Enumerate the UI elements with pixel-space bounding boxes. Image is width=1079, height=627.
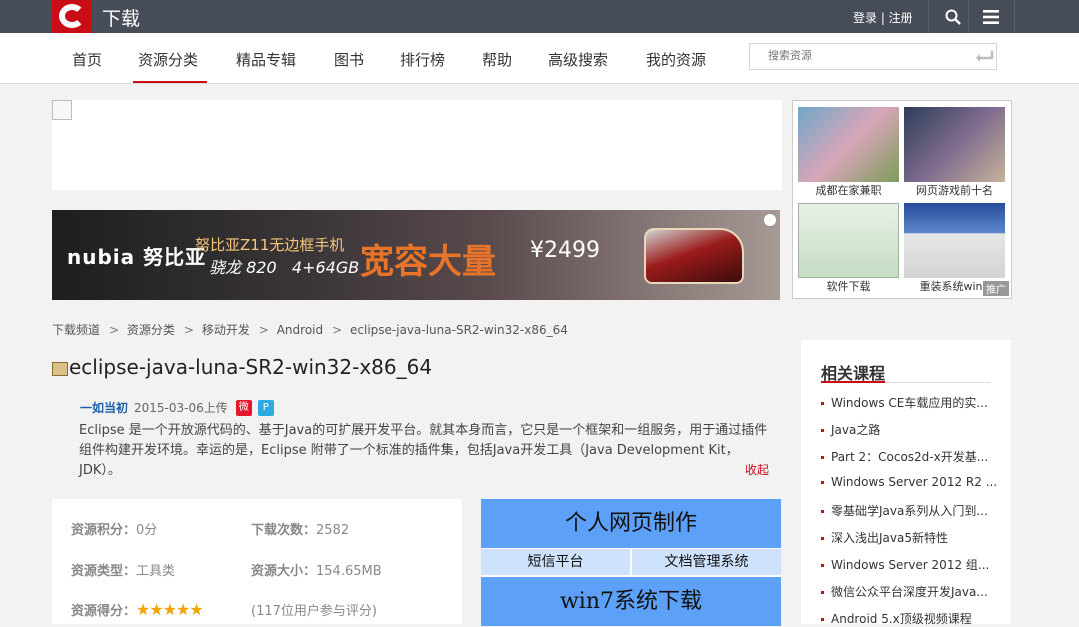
- stat-type: 资源类型：工具类: [71, 564, 176, 579]
- banner-brand: nubia 努比亚: [67, 245, 207, 269]
- upload-meta: 一如当初 2015-03-06上传 微 P: [80, 399, 274, 416]
- nav-categories[interactable]: 资源分类: [138, 49, 198, 70]
- banner-spec: 骁龙 820 4+64GB: [209, 258, 360, 277]
- site-title: 下载: [102, 8, 141, 30]
- promo-win7-download[interactable]: win7系统下载: [481, 577, 781, 626]
- ad-thumb-web-games[interactable]: [904, 107, 1005, 182]
- resource-title-row: eclipse-java-luna-SR2-win32-x86_64: [52, 355, 432, 379]
- promo-tag: 推广: [983, 281, 1009, 296]
- banner-car-image: [644, 228, 744, 284]
- banner-headline: 努比亚Z11无边框手机: [195, 236, 345, 254]
- breadcrumb-link[interactable]: 资源分类: [127, 323, 175, 337]
- nav-advanced-search[interactable]: 高级搜索: [548, 49, 608, 70]
- nav-ranking[interactable]: 排行榜: [400, 49, 445, 70]
- stat-size: 资源大小：154.65MB: [251, 564, 382, 579]
- promo-web-design[interactable]: 个人网页制作: [481, 499, 781, 548]
- main-nav: 首页 资源分类 精品专辑 图书 排行榜 帮助 高级搜索 我的资源: [0, 33, 1079, 84]
- ad-thumb-part-time[interactable]: [798, 107, 899, 182]
- stat-points: 资源积分：0分: [71, 523, 158, 538]
- divider: [1014, 0, 1015, 33]
- nav-home[interactable]: 首页: [72, 49, 102, 70]
- nav-help[interactable]: 帮助: [482, 49, 512, 70]
- nav-albums[interactable]: 精品专辑: [236, 49, 296, 70]
- ad-caption[interactable]: 成都在家兼职: [798, 182, 899, 198]
- promo-doc-management[interactable]: 文档管理系统: [632, 549, 781, 575]
- stat-downloads: 下载次数：2582: [251, 523, 350, 538]
- related-course-item[interactable]: 微信公众平台深度开发Java...: [821, 583, 988, 600]
- paw-icon: [764, 214, 776, 226]
- broken-image-icon: [52, 100, 72, 120]
- banner-price: ¥2499: [530, 238, 600, 263]
- related-course-item[interactable]: Windows CE车载应用的实...: [821, 394, 988, 411]
- breadcrumb-link[interactable]: 移动开发: [202, 323, 250, 337]
- ad-caption[interactable]: 网页游戏前十名: [904, 182, 1005, 198]
- rating-count: (117位用户参与评分): [251, 604, 377, 619]
- breadcrumb-link[interactable]: Android: [277, 323, 323, 337]
- rating-stars-icon: ★★★★★: [136, 600, 204, 619]
- ad-thumb-reinstall[interactable]: [904, 203, 1005, 278]
- breadcrumb-link[interactable]: 下载频道: [52, 323, 100, 337]
- related-course-item[interactable]: Windows Server 2012 R2 ...: [821, 475, 997, 489]
- title-underline: [821, 381, 885, 383]
- login-register-link[interactable]: 登录 | 注册: [853, 9, 913, 26]
- related-courses: 相关课程 Windows CE车载应用的实... Java之路 Part 2：C…: [801, 340, 1011, 627]
- resource-title: eclipse-java-luna-SR2-win32-x86_64: [69, 355, 433, 379]
- author-link[interactable]: 一如当初: [80, 399, 128, 416]
- upload-date: 2015-03-06上传: [134, 401, 228, 415]
- related-course-item[interactable]: 零基础学Java系列从入门到...: [821, 502, 988, 519]
- csdn-logo[interactable]: [52, 0, 92, 33]
- resource-stats: 资源积分：0分 下载次数：2582 资源类型：工具类 资源大小：154.65MB…: [52, 499, 462, 624]
- related-course-item[interactable]: Java之路: [821, 421, 880, 438]
- ad-thumb-software[interactable]: [798, 203, 899, 278]
- nav-books[interactable]: 图书: [334, 49, 364, 70]
- related-course-item[interactable]: Android 5.x顶级视频课程: [821, 610, 972, 627]
- ad-slot-blank[interactable]: [52, 100, 782, 190]
- file-type-icon: [52, 361, 68, 376]
- search-box[interactable]: [749, 43, 997, 70]
- related-course-item[interactable]: Part 2：Cocos2d-x开发基...: [821, 448, 988, 465]
- p-share-icon[interactable]: P: [257, 399, 274, 416]
- search-submit-icon[interactable]: [974, 48, 994, 65]
- ad-caption[interactable]: 软件下载: [798, 278, 899, 294]
- banner-slogan: 宽容大量: [360, 242, 496, 282]
- breadcrumb: 下载频道 > 资源分类 > 移动开发 > Android > eclipse-java-…: [52, 323, 568, 337]
- side-ad-grid: 成都在家兼职 网页游戏前十名 软件下载 重装系统win7 推广: [792, 100, 1012, 299]
- stat-rating: 资源得分：★★★★★: [71, 600, 204, 619]
- weibo-share-icon[interactable]: 微: [235, 399, 252, 416]
- related-course-item[interactable]: 深入浅出Java5新特性: [821, 529, 948, 546]
- promo-sms-platform[interactable]: 短信平台: [481, 549, 630, 575]
- breadcrumb-current: eclipse-java-luna-SR2-win32-x86_64: [350, 323, 568, 337]
- promo-links: 个人网页制作 短信平台 文档管理系统 win7系统下载: [481, 499, 781, 626]
- menu-icon[interactable]: [968, 0, 1014, 33]
- related-course-item[interactable]: Windows Server 2012 组...: [821, 556, 989, 573]
- nav-my-resources[interactable]: 我的资源: [646, 49, 706, 70]
- resource-description: Eclipse 是一个开放源代码的、基于Java的可扩展开发平台。就其本身而言，…: [79, 423, 768, 478]
- top-bar: 下载 登录 | 注册: [0, 0, 1079, 33]
- collapse-link[interactable]: 收起: [745, 461, 769, 478]
- banner-ad[interactable]: nubia 努比亚 努比亚Z11无边框手机 骁龙 820 4+64GB 宽容大量…: [52, 210, 780, 300]
- search-input[interactable]: [768, 49, 958, 62]
- active-tab-indicator: [133, 81, 207, 83]
